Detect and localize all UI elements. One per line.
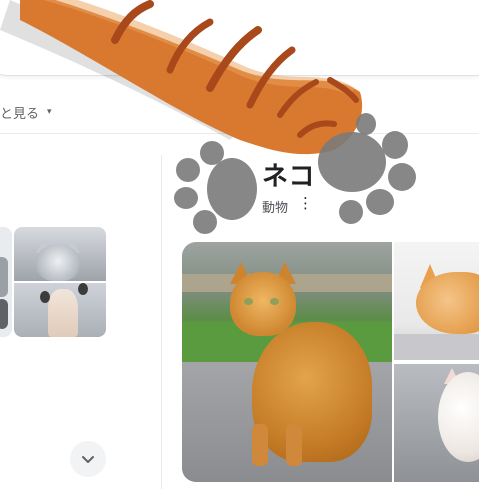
paw-print-toe [200, 141, 224, 165]
paw-print-toe [339, 200, 363, 224]
paw-print-toe [174, 187, 198, 209]
knowledge-panel-subtitle: 動物 [262, 201, 289, 216]
divider [0, 133, 479, 134]
paw-print-toe [176, 158, 200, 182]
knowledge-panel-image-orange-cat[interactable] [394, 242, 479, 360]
see-more-menu[interactable]: と見る ▾ [0, 100, 52, 124]
more-vert-icon[interactable]: ⋮ [298, 194, 313, 212]
chevron-down-icon [82, 456, 94, 463]
image-result-cat-paw[interactable] [14, 283, 106, 337]
expand-button[interactable] [70, 441, 106, 477]
paw-stripe [327, 77, 359, 103]
paw-print-pad [207, 158, 257, 220]
knowledge-panel-title: ネコ [262, 162, 316, 192]
knowledge-panel-image-white-cat[interactable] [394, 364, 479, 482]
see-more-label: と見る [0, 106, 40, 122]
column-divider [161, 155, 162, 489]
paw-print-toe [193, 210, 217, 234]
image-result-partial[interactable] [0, 227, 12, 337]
paw-stripe [277, 79, 319, 118]
paw-print-toe [382, 131, 408, 159]
paw-print-toe [356, 113, 376, 135]
image-result-gray-cat[interactable] [14, 227, 106, 281]
paw-print-pad [318, 132, 386, 192]
knowledge-panel-main-image[interactable] [182, 242, 392, 482]
paw-print-toe [366, 189, 394, 215]
caret-down-icon: ▾ [47, 107, 52, 117]
paw-print-toe [388, 163, 416, 191]
search-bar[interactable] [0, 0, 479, 76]
